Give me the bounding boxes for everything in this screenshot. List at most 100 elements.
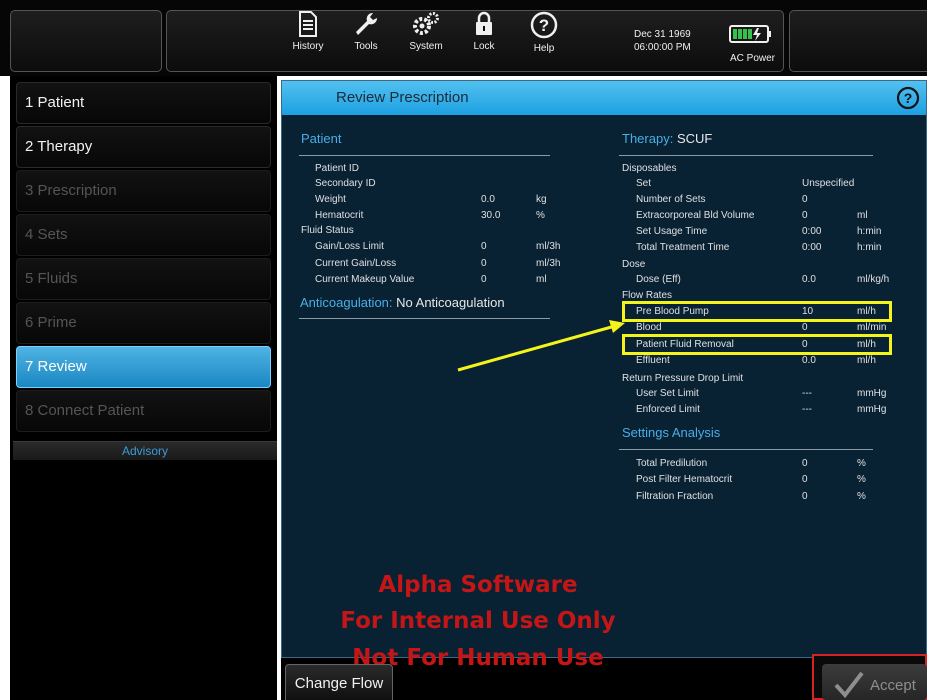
date-text: Dec 31 1969 <box>634 29 691 40</box>
row-value: 0 <box>481 258 487 269</box>
step-sets: 4 Sets <box>16 214 271 256</box>
row-label: Extracorporeal Bld Volume <box>636 210 755 221</box>
row-unit: ml/min <box>857 322 887 333</box>
battery-icon <box>729 25 771 43</box>
highlight-patient-fluid-removal <box>622 334 892 355</box>
row-label: Filtration Fraction <box>636 491 714 502</box>
row-value: 30.0 <box>481 210 501 221</box>
history-button[interactable]: History <box>280 11 336 69</box>
row-unit: h:min <box>857 226 882 237</box>
section-label: Dose <box>622 259 646 270</box>
row-unit: ml/h <box>857 355 876 366</box>
panel-title-bar: Review Prescription ? <box>282 81 926 115</box>
anticoagulation-heading: Anticoagulation: No Anticoagulation <box>300 295 505 310</box>
history-label: History <box>292 41 324 52</box>
time-text: 06:00:00 PM <box>634 42 691 53</box>
watermark-line-1: Alpha Software <box>378 572 578 598</box>
row-unit: h:min <box>857 242 882 253</box>
accept-label: Accept <box>870 677 916 694</box>
row-label: Secondary ID <box>315 178 376 189</box>
row-value: 0 <box>802 194 808 205</box>
change-flow-button[interactable]: Change Flow <box>285 664 393 700</box>
divider <box>299 155 550 156</box>
row-value: 0:00 <box>802 242 822 253</box>
row-label: Current Gain/Loss <box>315 258 397 269</box>
section-label: Disposables <box>622 163 677 174</box>
row-label: Weight <box>315 194 346 205</box>
row-value: 0 <box>802 474 808 485</box>
system-button[interactable]: System <box>398 11 454 69</box>
row-value: 0.0 <box>481 194 495 205</box>
anticoagulation-label: Anticoagulation: <box>300 295 393 310</box>
history-icon <box>299 11 317 37</box>
row-label: Post Filter Hematocrit <box>636 474 733 485</box>
step-patient[interactable]: 1 Patient <box>16 82 271 124</box>
row-label: User Set Limit <box>636 388 699 399</box>
tools-button[interactable]: Tools <box>338 11 394 69</box>
power-status: AC Power <box>730 53 776 64</box>
highlight-pre-blood-pump <box>622 301 892 322</box>
row-value: 0 <box>481 241 487 252</box>
watermark-line-2: For Internal Use Only <box>340 608 616 634</box>
row-unit: kg <box>536 194 547 205</box>
row-label: Enforced Limit <box>636 404 700 415</box>
svg-text:?: ? <box>539 16 549 35</box>
row-unit: ml/kg/h <box>857 274 890 285</box>
step-review[interactable]: 7 Review <box>16 346 271 388</box>
step-prescription: 3 Prescription <box>16 170 271 212</box>
row-label: Dose (Eff) <box>636 274 681 285</box>
row-value: 0.0 <box>802 355 816 366</box>
therapy-value: SCUF <box>676 131 713 146</box>
divider <box>619 449 873 450</box>
lock-label: Lock <box>473 41 495 52</box>
settings-analysis-heading: Settings Analysis <box>622 425 721 440</box>
row-unit: ml <box>857 210 868 221</box>
toolbar-right-blank <box>789 10 927 72</box>
help-label: Help <box>533 43 555 54</box>
toolbar-left-blank <box>10 10 162 72</box>
advisory-panel: Advisory <box>13 441 277 700</box>
lock-button[interactable]: Lock <box>456 11 512 69</box>
row-unit: % <box>857 474 866 485</box>
row-value: 0 <box>481 274 487 285</box>
row-value: Unspecified <box>802 178 855 189</box>
row-label: Fluid Status <box>301 225 354 236</box>
step-therapy[interactable]: 2 Therapy <box>16 126 271 168</box>
row-value: 0 <box>802 322 808 333</box>
lock-icon <box>476 11 492 35</box>
row-value: 0:00 <box>802 226 822 237</box>
row-label: Gain/Loss Limit <box>315 241 384 252</box>
system-label: System <box>409 41 443 52</box>
help-button[interactable]: ? Help <box>516 11 572 69</box>
row-value: --- <box>802 388 812 399</box>
row-label: Current Makeup Value <box>315 274 415 285</box>
row-unit: ml <box>536 274 547 285</box>
step-sidebar: 1 Patient 2 Therapy 3 Prescription 4 Set… <box>10 76 277 700</box>
row-value: 0 <box>802 458 808 469</box>
date-time: Dec 31 1969 06:00:00 PM <box>634 28 691 54</box>
row-value: 0 <box>802 210 808 221</box>
wrench-icon <box>356 12 378 35</box>
row-value: 0 <box>802 491 808 502</box>
help-icon: ? <box>530 11 558 39</box>
row-unit: % <box>536 210 545 221</box>
accept-button[interactable]: Accept <box>822 664 927 700</box>
therapy-heading: Therapy: SCUF <box>622 131 712 146</box>
row-value: 0.0 <box>802 274 816 285</box>
row-label: Set <box>636 178 652 189</box>
gears-icon <box>413 12 439 35</box>
advisory-header: Advisory <box>13 442 277 460</box>
row-label: Number of Sets <box>636 194 706 205</box>
row-unit: % <box>857 458 866 469</box>
section-label: Return Pressure Drop Limit <box>622 373 744 384</box>
row-value: --- <box>802 404 812 415</box>
row-unit: % <box>857 491 866 502</box>
row-label: Blood <box>636 322 662 333</box>
tools-label: Tools <box>354 41 378 52</box>
help-icon[interactable]: ? <box>896 86 920 110</box>
row-unit: mmHg <box>857 388 887 399</box>
svg-text:?: ? <box>904 90 913 106</box>
row-label: Total Predilution <box>636 458 708 469</box>
annotation-arrow <box>457 320 625 372</box>
row-label: Patient ID <box>315 163 359 174</box>
